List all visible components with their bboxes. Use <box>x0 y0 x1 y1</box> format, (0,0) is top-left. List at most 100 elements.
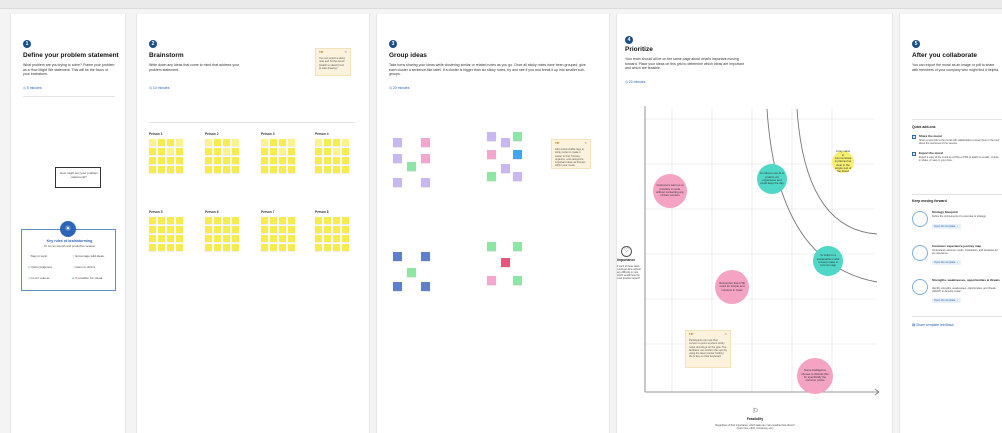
share-checkbox[interactable] <box>912 135 916 139</box>
sticky-note[interactable] <box>342 157 349 164</box>
sticky-note[interactable] <box>279 217 286 224</box>
sticky-note[interactable] <box>324 217 331 224</box>
sticky-note[interactable] <box>333 166 340 173</box>
sticky-note[interactable] <box>167 157 174 164</box>
sticky-note[interactable] <box>487 172 496 181</box>
sticky-note[interactable] <box>270 244 277 251</box>
sticky-note[interactable] <box>205 139 212 146</box>
sticky-note[interactable] <box>288 244 295 251</box>
sticky-note[interactable] <box>315 157 322 164</box>
sticky-note[interactable] <box>223 157 230 164</box>
sticky-note[interactable] <box>158 148 165 155</box>
sticky-note[interactable] <box>223 235 230 242</box>
sticky-note[interactable] <box>333 148 340 155</box>
open-template-button[interactable]: Open the template → <box>932 224 961 229</box>
sticky-note[interactable] <box>324 139 331 146</box>
idea-circle[interactable]: Remember that UTE looks for simple and c… <box>715 270 749 304</box>
sticky-note[interactable] <box>149 226 156 233</box>
sticky-note[interactable] <box>342 217 349 224</box>
sticky-note[interactable] <box>324 235 331 242</box>
sticky-note[interactable] <box>176 157 183 164</box>
sticky-note[interactable] <box>421 178 430 187</box>
sticky-note[interactable] <box>315 139 322 146</box>
sticky-note[interactable] <box>261 157 268 164</box>
sticky-note[interactable] <box>261 244 268 251</box>
idea-circle[interactable]: Customers want us to prioritize a mode w… <box>653 174 687 208</box>
problem-statement-card[interactable]: How might we [your problem statement]? <box>55 167 101 188</box>
idea-circle[interactable]: To build on a sustainable model to keep … <box>813 246 843 276</box>
sticky-note[interactable] <box>393 178 402 187</box>
sticky-note[interactable] <box>324 244 331 251</box>
idea-circle[interactable]: An idea to use AI is small in our experi… <box>757 164 787 194</box>
sticky-note[interactable] <box>158 157 165 164</box>
sticky-note[interactable] <box>158 244 165 251</box>
sticky-note[interactable] <box>513 150 522 159</box>
sticky-note[interactable] <box>176 148 183 155</box>
sticky-note[interactable] <box>176 235 183 242</box>
sticky-note[interactable] <box>158 235 165 242</box>
sticky-note[interactable] <box>288 226 295 233</box>
sticky-note[interactable] <box>279 166 286 173</box>
sticky-note[interactable] <box>342 235 349 242</box>
sticky-note[interactable] <box>421 154 430 163</box>
sticky-note[interactable] <box>149 148 156 155</box>
sticky-note[interactable] <box>149 235 156 242</box>
sticky-note[interactable] <box>270 217 277 224</box>
sticky-note[interactable] <box>149 217 156 224</box>
sticky-note[interactable] <box>270 148 277 155</box>
sticky-note[interactable] <box>315 235 322 242</box>
sticky-note[interactable] <box>393 252 402 261</box>
sticky-note[interactable] <box>232 226 239 233</box>
sticky-note[interactable] <box>167 226 174 233</box>
time-link[interactable]: ◷ 20 minutes <box>389 86 410 90</box>
sticky-note[interactable] <box>149 166 156 173</box>
sticky-note[interactable] <box>167 244 174 251</box>
sticky-note[interactable] <box>214 244 221 251</box>
sticky-note[interactable] <box>205 157 212 164</box>
sticky-note[interactable] <box>149 139 156 146</box>
export-checkbox[interactable] <box>912 152 916 156</box>
sticky-note[interactable] <box>261 226 268 233</box>
idea-circle[interactable]: Some intelligence choose to dismiss this… <box>797 358 833 394</box>
sticky-note[interactable] <box>223 226 230 233</box>
sticky-note[interactable] <box>270 226 277 233</box>
idea-circle[interactable]: A key value to communicate is planned as… <box>832 150 854 173</box>
sticky-note[interactable] <box>501 164 510 173</box>
sticky-note[interactable] <box>176 244 183 251</box>
sticky-note[interactable] <box>214 226 221 233</box>
sticky-note[interactable] <box>279 157 286 164</box>
sticky-note[interactable] <box>232 235 239 242</box>
sticky-note[interactable] <box>279 235 286 242</box>
sticky-note[interactable] <box>324 166 331 173</box>
sticky-note[interactable] <box>487 242 496 251</box>
sticky-note[interactable] <box>176 139 183 146</box>
time-link[interactable]: ◷ 10 minutes <box>149 86 170 90</box>
sticky-note[interactable] <box>176 166 183 173</box>
sticky-note[interactable] <box>214 157 221 164</box>
sticky-note[interactable] <box>315 244 322 251</box>
sticky-note[interactable] <box>261 235 268 242</box>
sticky-note[interactable] <box>288 139 295 146</box>
sticky-note[interactable] <box>393 138 402 147</box>
sticky-note[interactable] <box>288 166 295 173</box>
sticky-note[interactable] <box>205 166 212 173</box>
sticky-note[interactable] <box>487 150 496 159</box>
sticky-note[interactable] <box>205 226 212 233</box>
sticky-note[interactable] <box>261 166 268 173</box>
sticky-note[interactable] <box>205 148 212 155</box>
sticky-note[interactable] <box>214 148 221 155</box>
sticky-note[interactable] <box>315 166 322 173</box>
sticky-note[interactable] <box>223 148 230 155</box>
sticky-note[interactable] <box>279 244 286 251</box>
time-link[interactable]: ◷ 5 minutes <box>23 86 42 90</box>
sticky-note[interactable] <box>232 217 239 224</box>
sticky-note[interactable] <box>223 139 230 146</box>
sticky-note[interactable] <box>158 166 165 173</box>
sticky-note[interactable] <box>324 157 331 164</box>
sticky-note[interactable] <box>421 282 430 291</box>
sticky-note[interactable] <box>324 226 331 233</box>
sticky-note[interactable] <box>279 139 286 146</box>
sticky-note[interactable] <box>288 148 295 155</box>
sticky-note[interactable] <box>342 148 349 155</box>
sticky-note[interactable] <box>342 244 349 251</box>
